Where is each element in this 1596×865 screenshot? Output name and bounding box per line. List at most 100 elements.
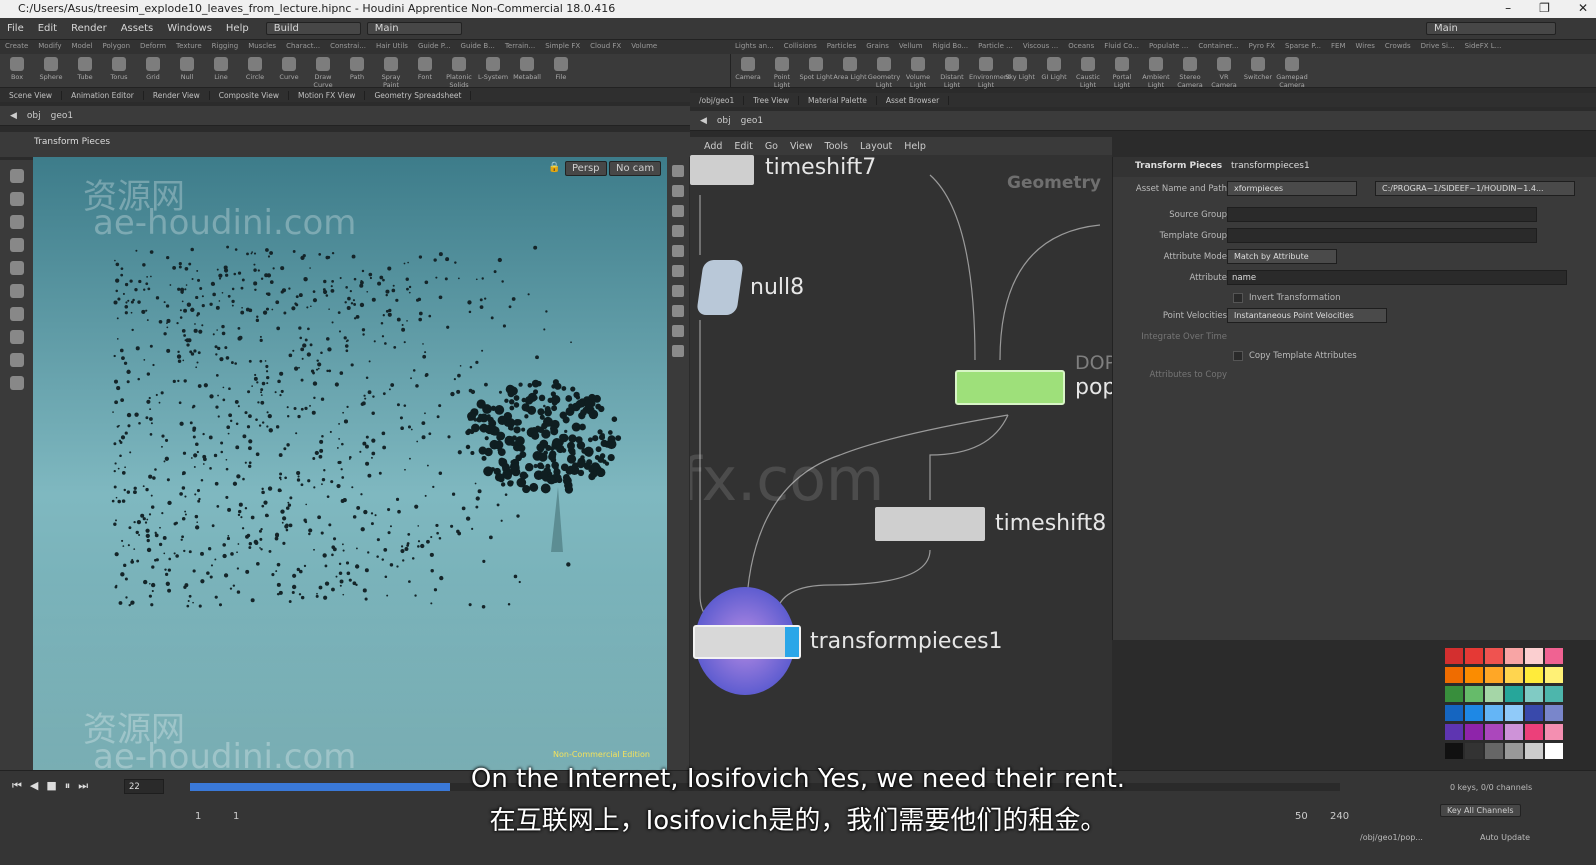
display-option-icon[interactable] <box>672 285 684 297</box>
display-option-icon[interactable] <box>672 325 684 337</box>
rotate-tool-icon[interactable] <box>9 215 24 229</box>
shelf-tool-switcher[interactable]: Switcher <box>1241 54 1275 87</box>
display-option-icon[interactable] <box>672 205 684 217</box>
minimize-button[interactable]: – <box>1505 1 1511 15</box>
timeshift8-node[interactable] <box>875 507 985 541</box>
color-swatch[interactable] <box>1465 648 1483 664</box>
pop-node[interactable] <box>955 370 1065 405</box>
shelf-tool-l-system[interactable]: L-System <box>476 54 510 87</box>
color-swatch[interactable] <box>1525 667 1543 683</box>
shelf-tool-caustic-light[interactable]: Caustic Light <box>1071 54 1105 89</box>
camera-menu[interactable]: No cam <box>609 161 662 176</box>
color-swatch[interactable] <box>1505 724 1523 740</box>
shelf-tab-10[interactable]: Hair Utils <box>371 40 413 54</box>
display-flag[interactable] <box>785 627 799 657</box>
color-swatch[interactable] <box>1525 743 1543 759</box>
shelf-tab-right-3[interactable]: Grains <box>861 40 894 54</box>
shelf-tab-3[interactable]: Polygon <box>98 40 136 54</box>
color-palette[interactable] <box>1445 648 1595 768</box>
left-pane-tab-0[interactable]: Scene View <box>0 90 63 100</box>
left-pane-tab-2[interactable]: Render View <box>144 90 210 100</box>
color-swatch[interactable] <box>1485 705 1503 721</box>
path-obj[interactable]: obj <box>717 116 731 126</box>
select-tool-icon[interactable] <box>9 169 24 183</box>
menu-assets[interactable]: Assets <box>114 23 161 34</box>
right-pane-tab-0[interactable]: /obj/geo1 <box>690 95 745 105</box>
color-swatch[interactable] <box>1545 686 1563 702</box>
network-menu-1[interactable]: Edit <box>734 141 752 152</box>
color-swatch[interactable] <box>1525 724 1543 740</box>
display-option-icon[interactable] <box>672 185 684 197</box>
shelf-tool-sphere[interactable]: Sphere <box>34 54 68 87</box>
shelf-tool-vr-camera[interactable]: VR Camera <box>1207 54 1241 89</box>
shelf-tab-0[interactable]: Create <box>0 40 33 54</box>
shelf-tool-gi-light[interactable]: GI Light <box>1037 54 1071 87</box>
shelf-tool-null[interactable]: Null <box>170 54 204 87</box>
shelf-tab-right-2[interactable]: Particles <box>822 40 862 54</box>
shelf-tab-4[interactable]: Deform <box>135 40 171 54</box>
color-swatch[interactable] <box>1525 648 1543 664</box>
shelf-tab-12[interactable]: Guide B... <box>456 40 500 54</box>
attr-mode-menu[interactable]: Match by Attribute <box>1227 249 1337 264</box>
shelf-tool-camera[interactable]: Camera <box>731 54 765 87</box>
color-swatch[interactable] <box>1465 686 1483 702</box>
shelf-tool-line[interactable]: Line <box>204 54 238 87</box>
shelf-tool-volume-light[interactable]: Volume Light <box>901 54 935 89</box>
color-swatch[interactable] <box>1445 686 1463 702</box>
shelf-tab-8[interactable]: Charact... <box>281 40 325 54</box>
shelf-tab-right-9[interactable]: Fluid Co... <box>1099 40 1144 54</box>
shelf-tool-gamepad-camera[interactable]: Gamepad Camera <box>1275 54 1309 89</box>
shelf-tab-1[interactable]: Modify <box>33 40 66 54</box>
color-swatch[interactable] <box>1545 705 1563 721</box>
shelf-tool-spot-light[interactable]: Spot Light <box>799 54 833 87</box>
color-swatch[interactable] <box>1525 705 1543 721</box>
path-geo1[interactable]: geo1 <box>741 116 763 126</box>
magnet-tool-icon[interactable] <box>9 376 24 390</box>
shelf-tool-geometry-light[interactable]: Geometry Light <box>867 54 901 89</box>
desktop-selector[interactable]: Build <box>265 22 361 35</box>
shelf-tab-right-5[interactable]: Rigid Bo... <box>928 40 974 54</box>
move-tool-icon[interactable] <box>9 192 24 206</box>
source-group-field[interactable] <box>1227 207 1537 222</box>
scene-viewport[interactable]: 🔒 Persp No cam 资源网 ae-houdini.com 资源网 ae… <box>33 157 667 770</box>
menu-help[interactable]: Help <box>219 23 256 34</box>
lock-icon[interactable]: 🔒 <box>548 162 560 173</box>
color-swatch[interactable] <box>1465 705 1483 721</box>
display-option-icon[interactable] <box>672 265 684 277</box>
right-main-selector[interactable]: Main <box>1426 22 1556 35</box>
network-menu-6[interactable]: Help <box>904 141 926 152</box>
menu-file[interactable]: File <box>0 23 31 34</box>
display-option-icon[interactable] <box>672 245 684 257</box>
maximize-button[interactable]: ❐ <box>1539 1 1550 15</box>
shelf-tool-sky-light[interactable]: Sky Light <box>1003 54 1037 87</box>
color-swatch[interactable] <box>1445 648 1463 664</box>
shelf-tab-6[interactable]: Rigging <box>207 40 244 54</box>
shelf-tab-right-1[interactable]: Collisions <box>779 40 822 54</box>
shelf-tab-right-8[interactable]: Oceans <box>1063 40 1099 54</box>
right-pane-tab-3[interactable]: Asset Browser <box>877 95 950 105</box>
color-swatch[interactable] <box>1465 743 1483 759</box>
shelf-tool-environment-light[interactable]: Environment Light <box>969 54 1011 89</box>
left-pane-tab-1[interactable]: Animation Editor <box>62 90 144 100</box>
shelf-tool-metaball[interactable]: Metaball <box>510 54 544 87</box>
menu-edit[interactable]: Edit <box>31 23 64 34</box>
shelf-tab-right-17[interactable]: Drive Si... <box>1416 40 1460 54</box>
shelf-tool-ambient-light[interactable]: Ambient Light <box>1139 54 1173 89</box>
shelf-tool-file[interactable]: File <box>544 54 578 87</box>
pose-tool-icon[interactable] <box>9 284 24 298</box>
color-swatch[interactable] <box>1445 667 1463 683</box>
color-swatch[interactable] <box>1485 667 1503 683</box>
network-menu-3[interactable]: View <box>790 141 813 152</box>
copy-template-checkbox[interactable] <box>1233 351 1243 361</box>
path-obj[interactable]: obj <box>27 111 41 121</box>
network-menu-5[interactable]: Layout <box>860 141 892 152</box>
shelf-tab-right-11[interactable]: Container... <box>1193 40 1243 54</box>
shelf-tab-2[interactable]: Model <box>66 40 97 54</box>
pv-menu[interactable]: Instantaneous Point Velocities <box>1227 308 1387 323</box>
color-swatch[interactable] <box>1525 686 1543 702</box>
shelf-tool-area-light[interactable]: Area Light <box>833 54 867 87</box>
path-geo1[interactable]: geo1 <box>51 111 73 121</box>
light-tool-icon[interactable] <box>9 330 24 344</box>
shelf-tool-stereo-camera[interactable]: Stereo Camera <box>1173 54 1207 89</box>
shelf-tab-13[interactable]: Terrain... <box>500 40 540 54</box>
